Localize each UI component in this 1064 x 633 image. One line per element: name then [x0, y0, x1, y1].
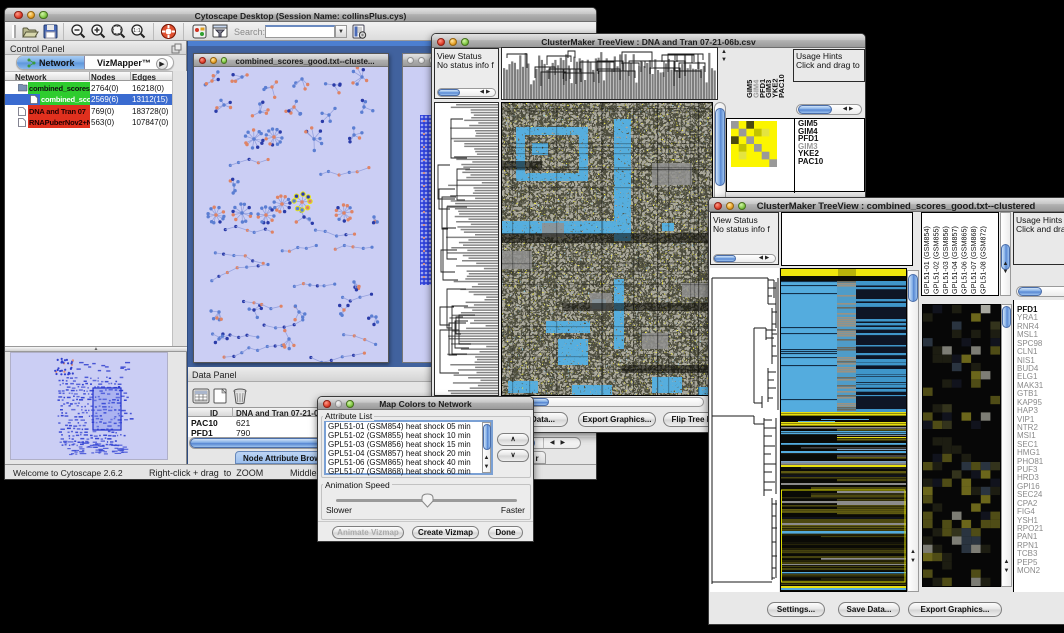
svg-text:GPL51-01 (GSM854): GPL51-01 (GSM854) [922, 226, 931, 294]
svg-text:PAC10: PAC10 [777, 74, 786, 98]
svg-text:GPL51-04 (GSM857): GPL51-04 (GSM857) [950, 226, 959, 294]
svg-text:GPL51-02 (GSM855): GPL51-02 (GSM855) [931, 226, 940, 294]
svg-text:GPL51-03 (GSM856): GPL51-03 (GSM856) [941, 226, 950, 294]
svg-text:GPL51-07 (GSM868): GPL51-07 (GSM868) [969, 226, 978, 294]
svg-text:GPL51-08 (GSM872): GPL51-08 (GSM872) [978, 226, 987, 294]
svg-text:GPL51-06 (GSM865): GPL51-06 (GSM865) [960, 226, 969, 294]
svg-text:1:1: 1:1 [133, 28, 141, 34]
